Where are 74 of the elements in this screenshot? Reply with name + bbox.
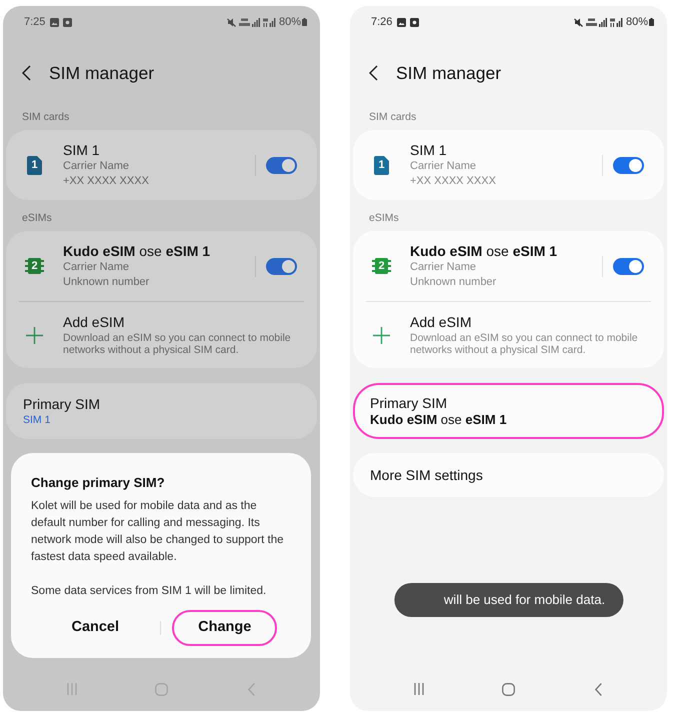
toggle-switch[interactable] bbox=[613, 258, 644, 274]
image-icon bbox=[397, 18, 406, 26]
settings-card[interactable]: More SIM settings bbox=[353, 453, 664, 497]
item-title: SIM 1 bbox=[410, 142, 448, 158]
recent-apps-icon[interactable] bbox=[414, 683, 424, 695]
dialog-message: Kolet will be used for mobile data and as the default number for calling and messaging. Its network mode will also be changed to support the fastest data speed available. bbox=[31, 499, 285, 565]
add-esim-item[interactable]: Add eSIM Download an eSIM so you can connect to mobile networks without a physical SIM card. bbox=[6, 302, 317, 368]
sim-item[interactable]: 2 Kudo eSIM ose eSIM 1 Carrier Name Unknown number bbox=[6, 231, 317, 301]
image-icon bbox=[50, 18, 60, 26]
dialog-button[interactable]: Change bbox=[172, 610, 278, 646]
section-label: eSIMs bbox=[21, 211, 53, 226]
home-icon[interactable] bbox=[502, 682, 515, 696]
sim-card-badge: 1 bbox=[374, 156, 389, 174]
item-detail: Unknown number bbox=[410, 274, 498, 290]
network-status-icon bbox=[586, 18, 597, 26]
status-time: 7:26 bbox=[371, 14, 392, 30]
item-description: Download an eSIM so you can connect to mobile networks without a physical SIM card. bbox=[63, 332, 292, 356]
mute-icon bbox=[574, 18, 583, 26]
data-signal-icon bbox=[610, 18, 623, 26]
settings-card[interactable]: Primary SIM Kudo eSIM ose eSIM 1 bbox=[353, 383, 664, 439]
plus-icon bbox=[26, 326, 43, 344]
item-title: SIM 1 bbox=[63, 142, 101, 158]
dialog-message: Some data services from SIM 1 will be limited. bbox=[31, 584, 268, 599]
battery-icon bbox=[302, 18, 307, 26]
page-title: SIM manager bbox=[49, 62, 154, 85]
mute-icon bbox=[226, 18, 236, 26]
sim-card-badge: 1 bbox=[27, 156, 42, 174]
item-title: Add eSIM bbox=[63, 314, 126, 330]
back-icon[interactable] bbox=[369, 65, 378, 81]
toast-message: will be used for mobile data. bbox=[394, 583, 624, 617]
dot-square-icon bbox=[410, 18, 420, 26]
toggle-switch[interactable] bbox=[613, 156, 644, 174]
item-description: Download an eSIM so you can connect to mobile networks without a physical SIM card. bbox=[410, 332, 639, 356]
section-label: eSIMs bbox=[368, 211, 400, 226]
back-icon[interactable] bbox=[22, 65, 31, 81]
dialog-button[interactable]: Cancel bbox=[45, 610, 146, 646]
item-detail: +XX XXXX XXXX bbox=[410, 174, 497, 188]
item-detail: Unknown number bbox=[63, 274, 150, 290]
item-title: Add eSIM bbox=[410, 314, 472, 330]
setting-value: SIM 1 bbox=[23, 412, 52, 426]
item-detail: Carrier Name bbox=[410, 158, 478, 174]
setting-value: Kudo eSIM ose eSIM 1 bbox=[370, 412, 508, 427]
setting-title: More SIM settings bbox=[370, 466, 484, 484]
plus-icon bbox=[373, 326, 390, 344]
esim-chip-badge: 2 bbox=[25, 258, 44, 274]
toggle-switch[interactable] bbox=[266, 258, 297, 274]
item-detail: +XX XXXX XXXX bbox=[63, 174, 150, 188]
sim-item[interactable]: 2 Kudo eSIM ose eSIM 1 Carrier Name Unknown number bbox=[353, 231, 664, 301]
esim-chip-badge: 2 bbox=[372, 258, 391, 274]
battery-icon bbox=[649, 18, 654, 26]
sim-item[interactable]: 1 SIM 1 Carrier Name +XX XXXX XXXX bbox=[6, 130, 317, 200]
item-detail: Carrier Name bbox=[63, 260, 130, 274]
signal-icon bbox=[598, 18, 607, 26]
section-label: SIM cards bbox=[368, 110, 418, 126]
settings-card[interactable]: Primary SIM SIM 1 bbox=[6, 383, 317, 439]
status-time: 7:25 bbox=[24, 14, 46, 30]
section-label: SIM cards bbox=[21, 110, 70, 126]
signal-icon bbox=[252, 18, 260, 26]
item-title: Kudo eSIM ose eSIM 1 bbox=[63, 242, 212, 260]
data-signal-icon bbox=[262, 18, 276, 26]
item-detail: Carrier Name bbox=[410, 260, 478, 274]
setting-title: Primary SIM bbox=[370, 395, 448, 412]
battery-percent: 80% bbox=[626, 14, 648, 30]
item-detail: Carrier Name bbox=[63, 158, 130, 174]
toggle-switch[interactable] bbox=[266, 156, 297, 174]
add-esim-item[interactable]: Add eSIM Download an eSIM so you can connect to mobile networks without a physical SIM card. bbox=[353, 302, 664, 368]
page-title: SIM manager bbox=[396, 62, 502, 85]
dot-square-icon bbox=[63, 18, 72, 26]
item-title: Kudo eSIM ose eSIM 1 bbox=[410, 242, 558, 260]
battery-percent: 80% bbox=[278, 14, 301, 30]
dialog-title: Change primary SIM? bbox=[31, 475, 166, 491]
network-status-icon bbox=[238, 18, 250, 26]
setting-title: Primary SIM bbox=[23, 396, 101, 412]
sim-item[interactable]: 1 SIM 1 Carrier Name +XX XXXX XXXX bbox=[353, 130, 664, 200]
